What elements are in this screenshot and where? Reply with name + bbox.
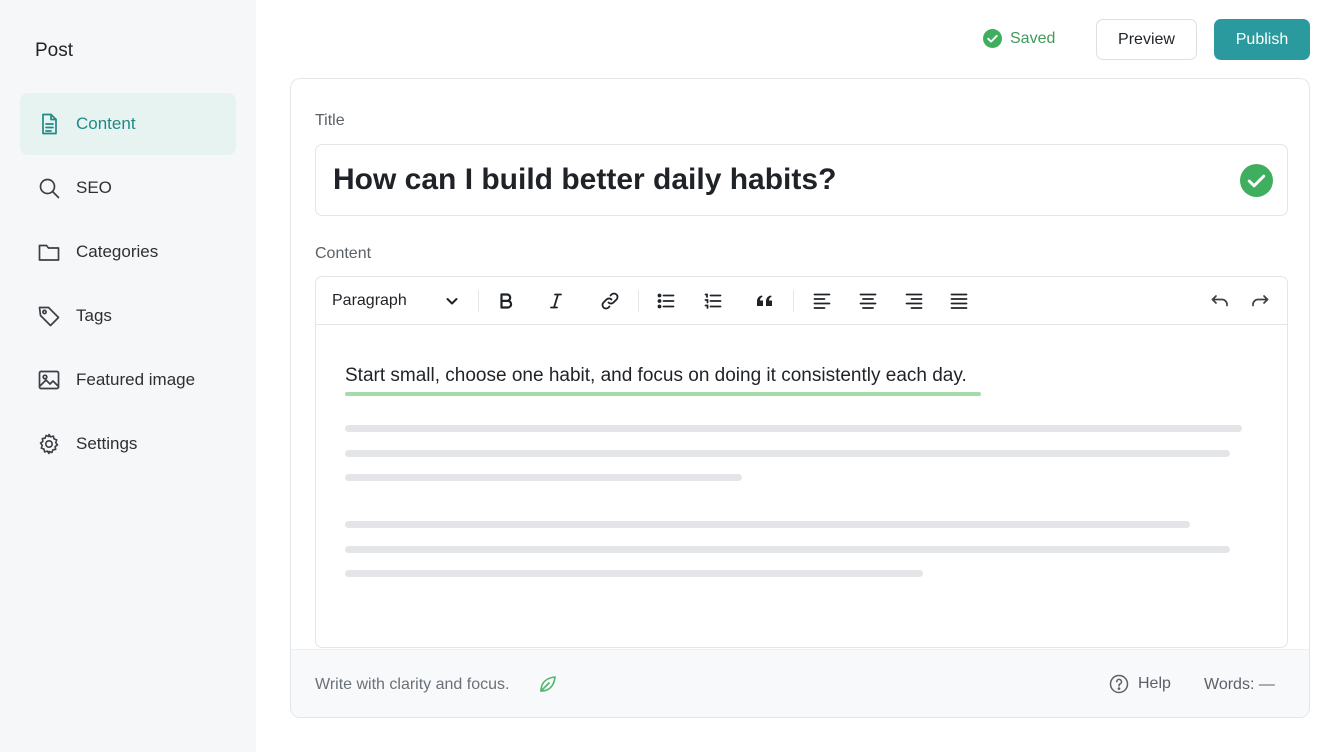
toolbar-divider [478,290,479,312]
italic-button[interactable] [544,277,568,325]
quote-icon [757,295,772,306]
leaf-icon [540,676,556,692]
redo-icon [1252,295,1269,307]
placeholder-line [345,474,742,481]
text-highlight-underline [345,392,981,396]
tag-icon [36,303,62,329]
sidebar-item-label: Categories [76,242,159,261]
sidebar-item-content[interactable]: Content [20,93,236,155]
placeholder-line [345,450,1230,457]
link-icon [601,292,619,310]
link-button[interactable] [598,277,622,325]
publish-button[interactable]: Publish [1214,19,1310,60]
placeholder-line [345,546,1230,553]
bold-button[interactable] [494,277,518,325]
placeholder-line [345,521,1190,528]
image-icon [36,367,62,393]
bold-icon [500,293,513,309]
editor-toolbar: Paragraph [316,277,1287,325]
redo-button[interactable] [1248,277,1272,325]
title-field[interactable]: How can I build better daily habits? [315,144,1288,216]
undo-button[interactable] [1208,277,1232,325]
bulleted-list-icon [657,293,675,309]
title-label: Title [315,112,345,129]
sidebar-item-label: Tags [76,306,112,325]
block-format-value: Paragraph [332,292,407,309]
gear-icon [36,431,62,457]
title-value: How can I build better daily habits? [333,163,837,196]
align-justify-icon [950,293,968,309]
sidebar-item-featured-image[interactable]: Featured image [20,349,236,411]
check-circle-icon [1240,164,1273,197]
placeholder-line [345,425,1242,432]
sidebar-item-label: Content [76,114,136,133]
sidebar-item-categories[interactable]: Categories [20,221,236,283]
sidebar-item-settings[interactable]: Settings [20,413,236,475]
align-left-icon [813,293,831,309]
check-circle-icon [983,29,1002,48]
toolbar-divider [638,290,639,312]
sidebar-item-label: SEO [76,178,112,197]
preview-button[interactable]: Preview [1096,19,1197,60]
sidebar-item-label: Settings [76,434,138,453]
align-right-button[interactable] [902,277,926,325]
editor-footer: Write with clarity and focus. Help Words… [291,649,1309,717]
chevron-down-icon [446,298,458,305]
folder-icon [36,239,62,265]
align-center-button[interactable] [856,277,880,325]
sidebar: Post Content SEO Categories Tags Feature… [0,0,256,752]
align-center-icon [859,293,877,309]
search-icon [36,175,62,201]
help-link[interactable]: Help [1109,674,1171,694]
help-circle-icon [1109,674,1129,694]
editor-text[interactable]: Start small, choose one habit, and focus… [345,365,967,387]
align-left-button[interactable] [810,277,834,325]
block-format-select[interactable]: Paragraph [332,277,462,325]
rich-text-editor[interactable]: Paragraph Start small, choose one habit,… [315,276,1288,648]
sidebar-item-seo[interactable]: SEO [20,157,236,219]
sidebar-item-label: Featured image [76,370,196,389]
blockquote-button[interactable] [753,277,777,325]
italic-icon [550,293,562,309]
sidebar-item-tags[interactable]: Tags [20,285,236,347]
placeholder-line [345,570,923,577]
bulleted-list-button[interactable] [654,277,678,325]
word-count: Words: — [1204,676,1275,693]
post-editor-card: Title How can I build better daily habit… [290,78,1310,718]
content-label: Content [315,245,372,262]
saved-status: Saved [983,29,1055,48]
undo-icon [1211,295,1228,307]
align-right-icon [905,293,923,309]
numbered-list-icon [704,293,722,309]
document-icon [36,111,62,137]
help-label: Help [1138,675,1171,692]
align-justify-button[interactable] [947,277,971,325]
saved-label: Saved [1010,29,1056,47]
toolbar-divider [793,290,794,312]
footer-note: Write with clarity and focus. [315,676,510,693]
sidebar-title: Post [35,40,74,61]
numbered-list-button[interactable] [701,277,725,325]
